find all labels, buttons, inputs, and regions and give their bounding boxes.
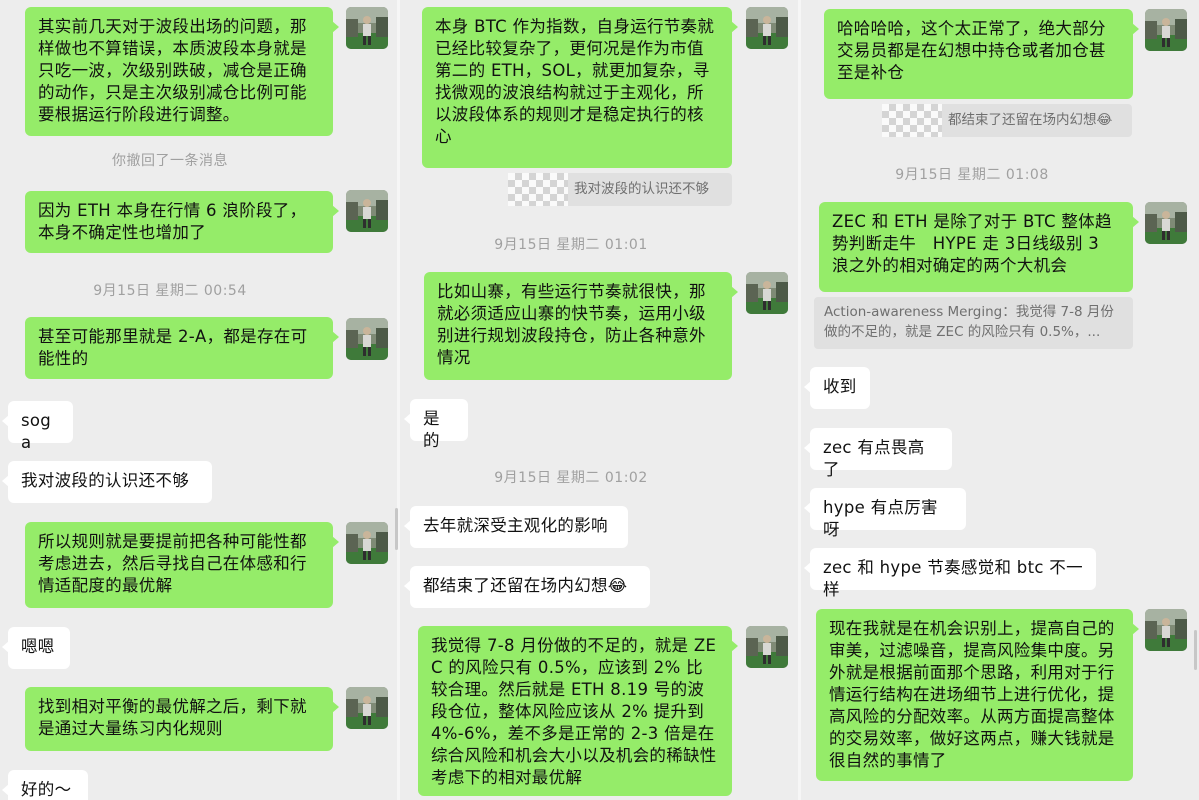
- sent-message-bubble[interactable]: 比如山寨，有些运行节奏就很快，那就必须适应山寨的快节奏，运用小级别进行规划波段持…: [424, 272, 738, 380]
- sent-message-bubble[interactable]: 找到相对平衡的最优解之后，剩下就是通过大量练习内化规则: [25, 687, 339, 751]
- sent-message-bubble[interactable]: ZEC 和 ETH 是除了对于 BTC 整体趋势判断走牛 HYPE 走 3日线级…: [819, 202, 1139, 292]
- user-avatar[interactable]: [1145, 202, 1187, 244]
- user-avatar[interactable]: [346, 190, 388, 232]
- received-message-bubble[interactable]: 好的～: [2, 770, 88, 800]
- received-message-bubble[interactable]: 都结束了还留在场内幻想😂: [404, 566, 650, 608]
- quoted-text: Action-awareness Merging：我觉得 7-8 月份做的不足的…: [824, 304, 1114, 340]
- received-message-bubble[interactable]: 嗯嗯: [2, 627, 70, 669]
- user-avatar[interactable]: [346, 687, 388, 729]
- sent-message-bubble[interactable]: 本身 BTC 作为指数，自身运行节奏就已经比较复杂了，更何况是作为市值第二的 E…: [422, 7, 738, 168]
- quoted-text: 我对波段的认识还不够: [574, 181, 709, 197]
- scrollbar-thumb[interactable]: [395, 508, 398, 550]
- received-message-bubble[interactable]: hype 有点厉害呀: [804, 488, 966, 539]
- received-message-bubble[interactable]: 去年就深受主观化的影响: [404, 506, 628, 548]
- received-message-bubble[interactable]: zec 有点畏高了: [804, 428, 952, 479]
- sent-message-bubble[interactable]: 因为 ETH 本身在行情 6 浪阶段了，本身不确定性也增加了: [25, 191, 339, 253]
- user-avatar[interactable]: [746, 272, 788, 314]
- user-avatar[interactable]: [1145, 609, 1187, 651]
- received-message-bubble[interactable]: 是的: [404, 399, 468, 450]
- recalled-message-notice: 你撤回了一条消息: [112, 153, 228, 169]
- sent-message-bubble[interactable]: 现在我就是在机会识别上，提高自己的审美，过滤噪音，提高风险集中度。另外就是根据前…: [816, 609, 1139, 781]
- user-avatar[interactable]: [1145, 9, 1187, 51]
- chat-panel-middle[interactable]: 本身 BTC 作为指数，自身运行节奏就已经比较复杂了，更何况是作为市值第二的 E…: [401, 0, 800, 800]
- user-avatar[interactable]: [346, 7, 388, 49]
- received-message-bubble[interactable]: 收到: [804, 367, 870, 409]
- quoted-text: 都结束了还留在场内幻想😂: [948, 112, 1113, 128]
- received-message-bubble[interactable]: soga: [2, 401, 73, 452]
- quoted-message[interactable]: 我对波段的认识还不够: [508, 173, 732, 206]
- quoted-image-thumbnail: [882, 104, 942, 137]
- user-avatar[interactable]: [346, 522, 388, 564]
- received-message-bubble[interactable]: zec 和 hype 节奏感觉和 btc 不一样: [804, 548, 1096, 599]
- quoted-image-thumbnail: [508, 173, 568, 206]
- chat-panel-right[interactable]: 哈哈哈哈，这个太正常了，绝大部分交易员都是在幻想中持仓或者加仓甚至是补仓 都结束…: [802, 0, 1199, 800]
- timestamp: 9月15日 星期二 01:02: [494, 470, 648, 486]
- quoted-message[interactable]: 都结束了还留在场内幻想😂: [882, 104, 1132, 137]
- user-avatar[interactable]: [746, 7, 788, 49]
- received-message-bubble[interactable]: 我对波段的认识还不够: [2, 461, 212, 503]
- timestamp: 9月15日 星期二 01:01: [494, 237, 648, 253]
- sent-message-bubble[interactable]: 其实前几天对于波段出场的问题，那样做也不算错误，本质波段本身就是只吃一波，次级别…: [25, 7, 339, 136]
- panel-divider: [798, 0, 801, 800]
- timestamp: 9月15日 星期二 01:08: [895, 167, 1049, 183]
- user-avatar[interactable]: [746, 626, 788, 668]
- user-avatar[interactable]: [346, 318, 388, 360]
- quoted-message[interactable]: Action-awareness Merging：我觉得 7-8 月份做的不足的…: [814, 297, 1133, 349]
- chat-panel-left[interactable]: 其实前几天对于波段出场的问题，那样做也不算错误，本质波段本身就是只吃一波，次级别…: [0, 0, 397, 800]
- sent-message-bubble[interactable]: 所以规则就是要提前把各种可能性都考虑进去，然后寻找自己在体感和行情适配度的最优解: [25, 522, 339, 608]
- panel-divider: [397, 0, 400, 800]
- scrollbar-thumb[interactable]: [1194, 630, 1197, 670]
- sent-message-bubble[interactable]: 甚至可能那里就是 2-A，都是存在可能性的: [25, 317, 339, 379]
- timestamp: 9月15日 星期二 00:54: [93, 283, 247, 299]
- sent-message-bubble[interactable]: 哈哈哈哈，这个太正常了，绝大部分交易员都是在幻想中持仓或者加仓甚至是补仓: [824, 9, 1139, 99]
- sent-message-bubble[interactable]: 我觉得 7-8 月份做的不足的，就是 ZEC 的风险只有 0.5%，应该到 2%…: [418, 626, 738, 796]
